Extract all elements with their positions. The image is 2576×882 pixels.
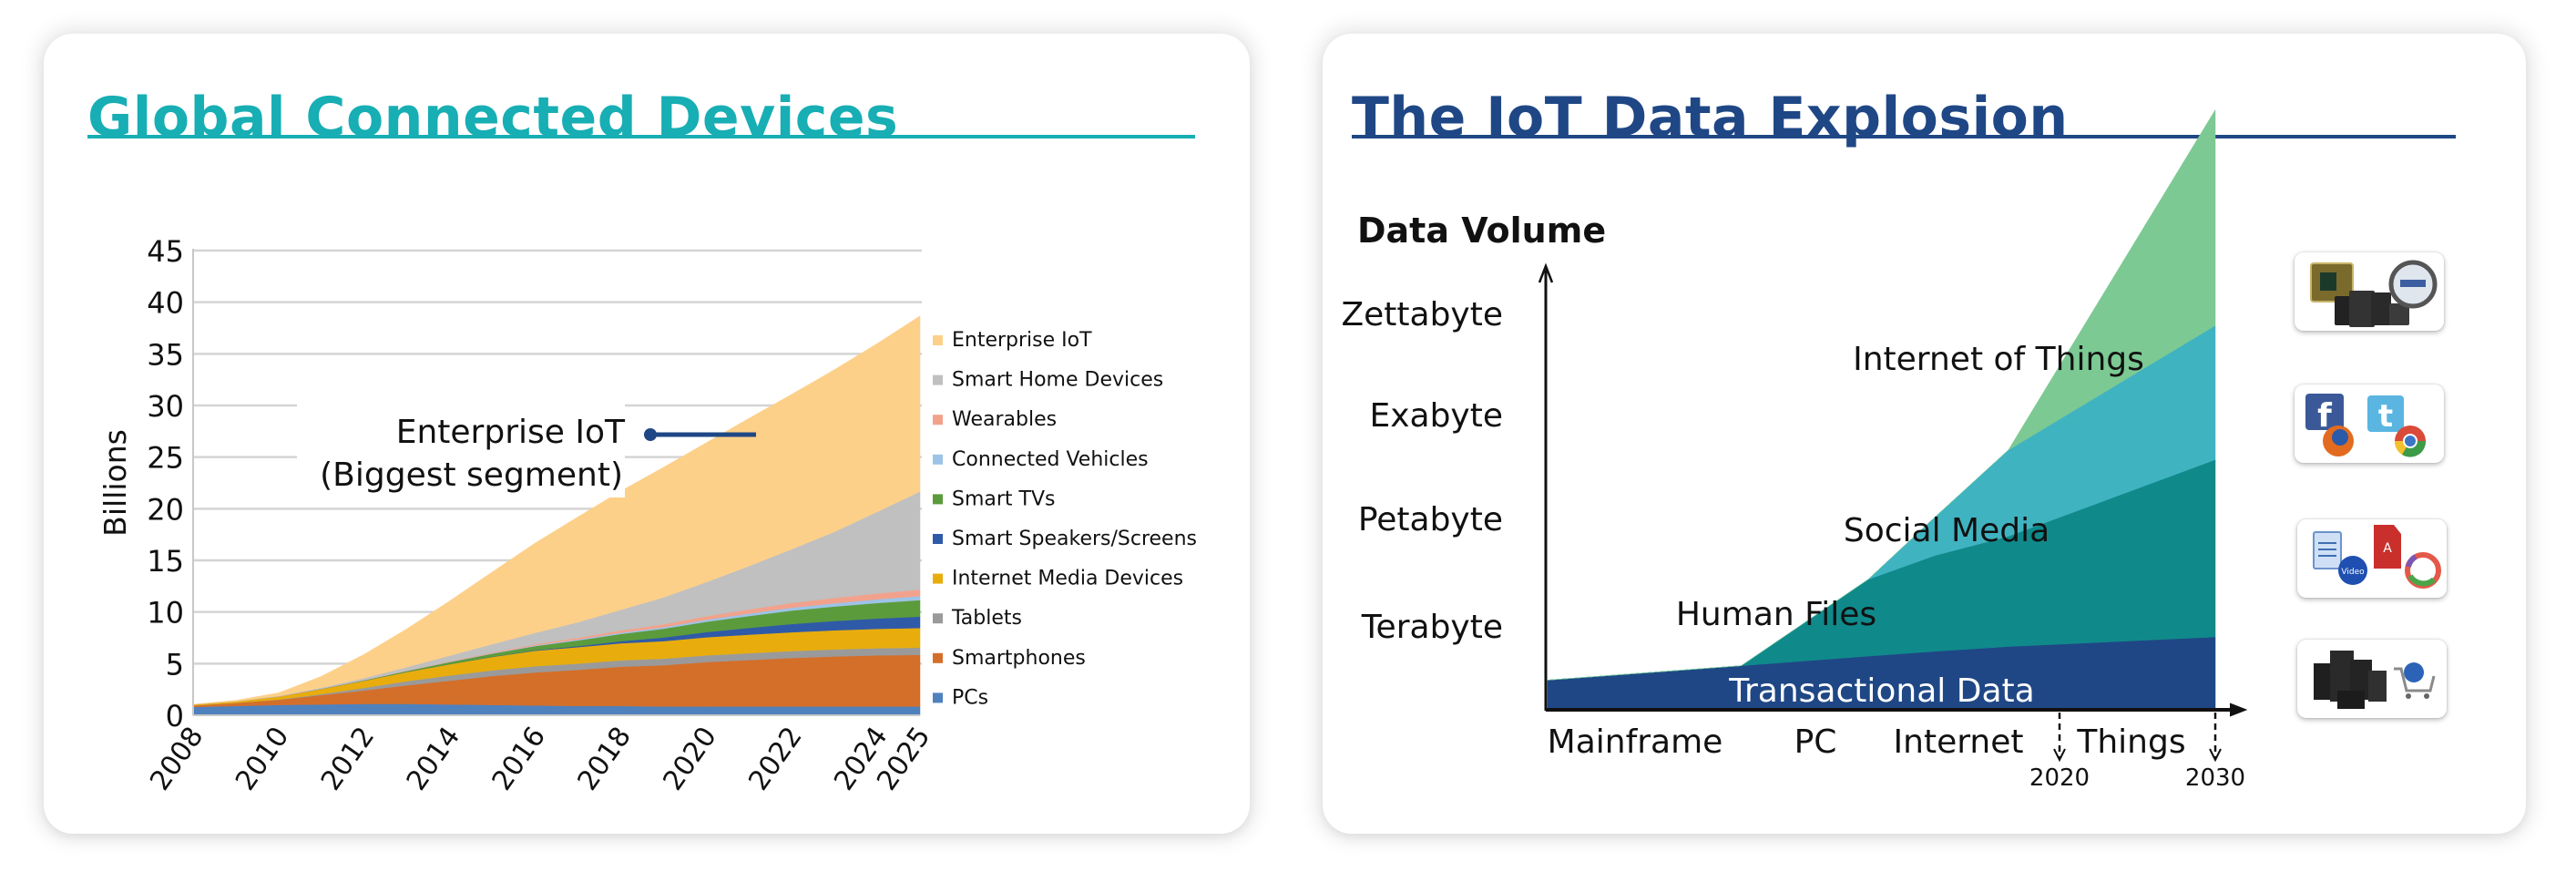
y-tick-label-zettabyte: Zettabyte — [1341, 296, 1503, 333]
y-axis-title: Data Volume — [1357, 210, 1606, 251]
stacked-areas — [1547, 108, 2216, 710]
x-tick-labels: Mainframe PC Internet Things — [1548, 723, 2186, 761]
x-tick-label-things: Things — [2076, 723, 2185, 761]
x-axis-arrow-icon — [2229, 703, 2248, 717]
human-files-tile: Video A — [2297, 519, 2447, 598]
x-tick-label-mainframe: Mainframe — [1548, 723, 1723, 761]
video-icon: Video — [2338, 556, 2367, 585]
marker-2020-label: 2020 — [2029, 764, 2090, 792]
chip-board-icon — [2310, 262, 2354, 303]
x-tick-label-internet: Internet — [1894, 723, 2024, 761]
iot-devices-tile — [2295, 252, 2444, 331]
svg-text:A: A — [2383, 541, 2392, 556]
x-tick-label-pc: PC — [1794, 723, 1837, 761]
transactional-tile — [2297, 640, 2447, 718]
smart-meter-icon — [2388, 260, 2438, 309]
document-icon — [2313, 531, 2342, 569]
twitter-icon: t — [2367, 395, 2404, 435]
y-tick-label-exabyte: Exabyte — [1369, 397, 1503, 435]
y-tick-label-terabyte: Terabyte — [1361, 609, 1503, 646]
marker-2030-label: 2030 — [2185, 764, 2245, 792]
series-label-human-files: Human Files — [1676, 596, 1876, 633]
server-rack-icon — [2314, 651, 2387, 709]
shopping-cart-icon — [2394, 662, 2436, 699]
svg-text:t: t — [2378, 398, 2393, 435]
pdf-icon: A — [2374, 525, 2401, 569]
y-tick-label-petabyte: Petabyte — [1358, 501, 1503, 538]
chrome-icon — [2394, 426, 2427, 457]
svg-text:Video: Video — [2341, 568, 2365, 577]
series-label-social-media: Social Media — [1844, 512, 2050, 549]
firefox-icon — [2323, 426, 2354, 456]
y-tick-labels: Terabyte Petabyte Exabyte Zettabyte — [1341, 296, 1503, 646]
data-explosion-chart: Data Volume Terabyte Petabyte Exabyte Zetta… — [1341, 108, 2248, 792]
picasa-icon — [2405, 552, 2441, 589]
social-media-tile: f t — [2295, 385, 2444, 463]
series-label-internet-of-things: Internet of Things — [1853, 341, 2144, 378]
series-label-transactional-data: Transactional Data — [1728, 672, 2034, 710]
